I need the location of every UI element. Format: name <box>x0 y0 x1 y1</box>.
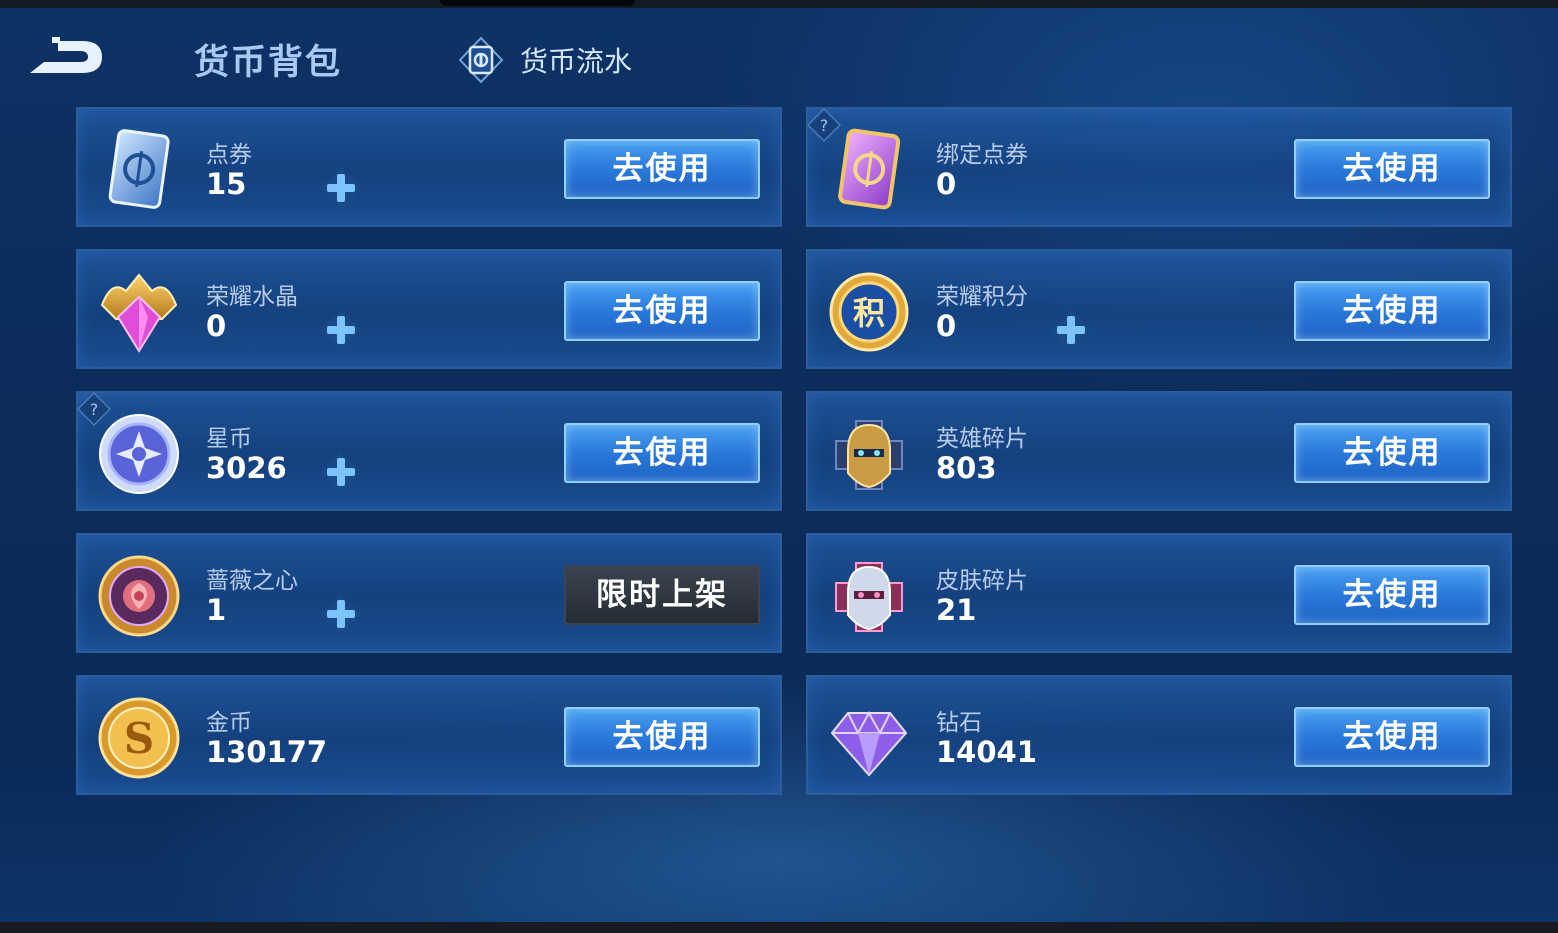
add-plus-icon[interactable] <box>318 449 364 495</box>
back-button[interactable] <box>22 34 108 80</box>
use-button[interactable]: 去使用 <box>1294 707 1490 767</box>
use-button[interactable]: 去使用 <box>564 281 760 341</box>
glory-points-icon: 积 <box>829 272 909 352</box>
currency-amount: 3026 <box>206 451 287 485</box>
currency-flow-label: 货币流水 <box>520 45 633 78</box>
top-status-strip <box>0 0 1558 8</box>
currency-card-skin-fragment: 皮肤碎片 21 去使用 <box>806 533 1512 653</box>
skin-fragment-icon <box>835 562 903 632</box>
page-title: 货币背包 <box>194 43 343 83</box>
currency-amount: 1 <box>206 593 227 627</box>
currency-name: 金币 <box>206 710 252 736</box>
star-coin-icon <box>99 414 179 494</box>
glory-crystal-icon <box>100 273 178 353</box>
currency-flow-icon <box>458 36 504 84</box>
use-button[interactable]: 去使用 <box>1294 423 1490 483</box>
gold-coin-glyph: S <box>124 714 154 763</box>
currency-name: 荣耀积分 <box>936 284 1028 310</box>
currency-card-hero-fragment: 英雄碎片 803 去使用 <box>806 391 1512 511</box>
hero-fragment-icon <box>835 420 903 490</box>
bound-coupon-card-icon <box>838 128 901 210</box>
add-plus-icon[interactable] <box>1048 307 1094 353</box>
add-plus-icon[interactable] <box>318 591 364 637</box>
currency-name: 点券 <box>206 142 252 168</box>
gold-coin-icon: S <box>98 697 180 779</box>
currency-card-coupon: 点券 15 去使用 <box>76 107 782 227</box>
glory-points-glyph: 积 <box>853 294 885 332</box>
currency-name: 荣耀水晶 <box>206 284 298 310</box>
currency-card-glory-crystal: 荣耀水晶 0 去使用 <box>76 249 782 369</box>
currency-amount: 0 <box>936 309 957 343</box>
currency-amount: 14041 <box>936 735 1037 769</box>
currency-card-star-coin: ? 星币 3026 去使用 <box>76 391 782 511</box>
currency-name: 皮肤碎片 <box>936 568 1028 594</box>
diamond-icon <box>830 710 908 777</box>
currency-card-bound-coupon: ? 绑定点券 0 去使用 <box>806 107 1512 227</box>
use-button[interactable]: 去使用 <box>564 707 760 767</box>
currency-name: 绑定点券 <box>936 142 1028 168</box>
currency-amount: 0 <box>206 309 227 343</box>
currency-card-gold-coin: S 金币 130177 去使用 <box>76 675 782 795</box>
bottom-strip <box>0 922 1558 933</box>
add-plus-icon[interactable] <box>318 165 364 211</box>
rose-heart-icon <box>98 555 180 637</box>
use-button[interactable]: 去使用 <box>564 139 760 199</box>
currency-name: 英雄碎片 <box>936 426 1028 452</box>
currency-name: 星币 <box>206 426 252 452</box>
add-plus-icon[interactable] <box>318 307 364 353</box>
limited-time-button[interactable]: 限时上架 <box>564 565 760 625</box>
currency-name: 蔷薇之心 <box>206 568 298 594</box>
currency-amount: 803 <box>936 451 997 485</box>
currency-amount: 0 <box>936 167 957 201</box>
currency-amount: 15 <box>206 167 247 201</box>
coupon-card-icon <box>108 129 170 209</box>
currency-card-rose-heart: 蔷薇之心 1 限时上架 <box>76 533 782 653</box>
use-button[interactable]: 去使用 <box>1294 565 1490 625</box>
currency-name: 钻石 <box>936 710 982 736</box>
currency-card-glory-points: 积 荣耀积分 0 去使用 <box>806 249 1512 369</box>
currency-amount: 21 <box>936 593 977 627</box>
currency-card-diamond: 钻石 14041 去使用 <box>806 675 1512 795</box>
currency-amount: 130177 <box>206 735 328 769</box>
use-button[interactable]: 去使用 <box>564 423 760 483</box>
use-button[interactable]: 去使用 <box>1294 139 1490 199</box>
back-arrow-icon <box>30 37 102 73</box>
currency-flow-button[interactable]: 货币流水 <box>456 36 632 84</box>
camera-notch <box>440 0 635 6</box>
use-button[interactable]: 去使用 <box>1294 281 1490 341</box>
